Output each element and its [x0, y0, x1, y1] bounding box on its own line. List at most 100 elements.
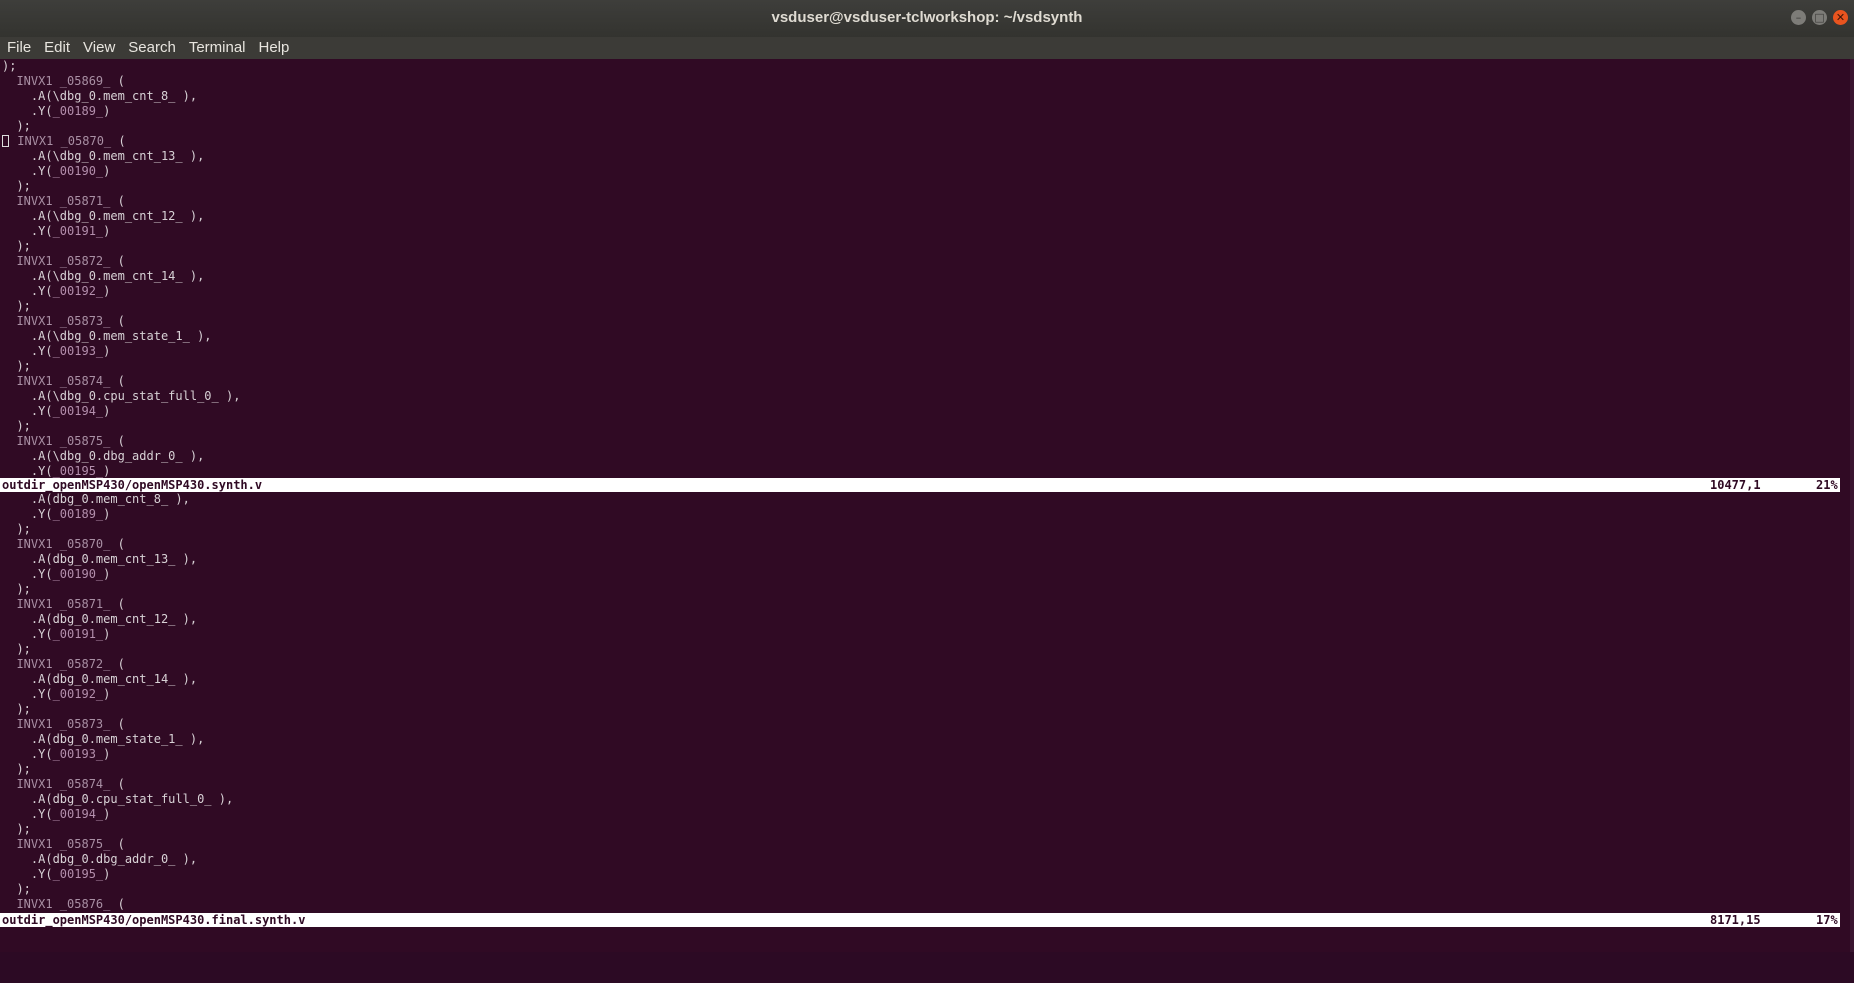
- status-percent: 21%: [1816, 478, 1838, 492]
- code-line: .A(\dbg_0.dbg_addr_0_ ),: [2, 449, 205, 463]
- code-line: );: [2, 119, 31, 133]
- cell-instance: INVX1 _05871_: [16, 597, 111, 611]
- terminal-area[interactable]: ); INVX1 _05869_ ( .A(\dbg_0.mem_cnt_8_ …: [0, 59, 1850, 952]
- code-line: INVX1 _05875_ (: [16, 434, 125, 448]
- cell-instance: INVX1 _05873_: [16, 717, 111, 731]
- title-bar: vsduser@vsduser-tclworkshop: ~/vsdsynth …: [0, 0, 1854, 37]
- code-line: );: [2, 419, 31, 433]
- net-name: _00194_: [52, 807, 104, 821]
- close-icon[interactable]: ✕: [1833, 10, 1848, 25]
- net-name: _00193_: [52, 344, 104, 358]
- code-line: .Y(_00193_): [2, 344, 111, 358]
- status-filename: outdir_openMSP430/openMSP430.synth.v: [2, 478, 263, 492]
- code-line: );: [2, 299, 31, 313]
- text-cursor: [2, 135, 9, 147]
- net-name: _00193_: [52, 747, 104, 761]
- code-line: INVX1 _05875_ (: [16, 837, 125, 851]
- code-line: );: [2, 522, 31, 536]
- net-name: _00194_: [52, 404, 104, 418]
- code-line: .A(dbg_0.mem_cnt_14_ ),: [2, 672, 198, 686]
- cell-instance: INVX1 _05874_: [16, 374, 111, 388]
- code-line: );: [2, 642, 31, 656]
- window-controls: – □ ✕: [1791, 10, 1848, 25]
- net-name: _00191_: [52, 224, 104, 238]
- editor-pane-top[interactable]: ); INVX1 _05869_ ( .A(\dbg_0.mem_cnt_8_ …: [0, 59, 1850, 479]
- menu-terminal[interactable]: Terminal: [182, 37, 252, 59]
- cell-instance: INVX1 _05870_: [16, 537, 111, 551]
- editor-pane-bottom[interactable]: .A(dbg_0.mem_cnt_8_ ), .Y(_00189_) ); IN…: [0, 492, 1850, 912]
- cell-instance: INVX1 _05875_: [16, 434, 111, 448]
- net-name: _00190_: [52, 567, 104, 581]
- code-line: .A(dbg_0.mem_cnt_12_ ),: [2, 612, 198, 626]
- cell-instance: INVX1 _05875_: [16, 837, 111, 851]
- code-line: .Y(_00195_): [2, 867, 111, 881]
- code-line: INVX1 _05876_ (: [16, 897, 125, 911]
- code-line: .Y(_00191_): [2, 627, 111, 641]
- code-line: .Y(_00190_): [2, 164, 111, 178]
- minimize-icon[interactable]: –: [1791, 10, 1806, 25]
- cell-instance: INVX1 _05874_: [16, 777, 111, 791]
- code-line: .Y(_00189_): [2, 104, 111, 118]
- status-percent: 17%: [1816, 913, 1838, 927]
- code-line: INVX1 _05870_ (: [16, 537, 125, 551]
- code-line: INVX1 _05873_ (: [16, 314, 125, 328]
- status-filename: outdir_openMSP430/openMSP430.final.synth…: [2, 913, 306, 927]
- code-line: .A(\dbg_0.mem_cnt_14_ ),: [2, 269, 205, 283]
- menu-bar: File Edit View Search Terminal Help: [0, 37, 1854, 59]
- menu-search[interactable]: Search: [121, 37, 182, 59]
- code-line: .A(dbg_0.cpu_stat_full_0_ ),: [2, 792, 234, 806]
- code-line: );: [2, 239, 31, 253]
- cell-instance: INVX1 _05872_: [16, 657, 111, 671]
- code-line: .Y(_00194_): [2, 404, 111, 418]
- cell-instance: INVX1 _05872_: [16, 254, 111, 268]
- code-line: INVX1 _05869_ (: [16, 74, 125, 88]
- code-line: .Y(_00192_): [2, 284, 111, 298]
- code-line: );: [2, 582, 31, 596]
- code-line: .Y(_00194_): [2, 807, 111, 821]
- code-line: .Y(_00190_): [2, 567, 111, 581]
- code-line: );: [2, 59, 17, 73]
- code-line: INVX1 _05871_ (: [16, 597, 125, 611]
- code-line: INVX1 _05874_ (: [16, 374, 125, 388]
- code-line: );: [2, 179, 31, 193]
- net-name: _00191_: [52, 627, 104, 641]
- menu-edit[interactable]: Edit: [37, 37, 76, 59]
- code-line: .Y(_00193_): [2, 747, 111, 761]
- net-name: _00189_: [52, 104, 104, 118]
- menu-view[interactable]: View: [76, 37, 121, 59]
- code-line: .A(dbg_0.mem_cnt_8_ ),: [2, 492, 190, 506]
- code-line: );: [2, 359, 31, 373]
- code-line: .A(\dbg_0.mem_cnt_13_ ),: [2, 149, 205, 163]
- code-line: .A(dbg_0.mem_state_1_ ),: [2, 732, 205, 746]
- code-line: .A(\dbg_0.mem_cnt_8_ ),: [2, 89, 198, 103]
- code-line: .A(\dbg_0.mem_state_1_ ),: [2, 329, 212, 343]
- code-line: .Y(_00191_): [2, 224, 111, 238]
- code-line: );: [2, 822, 31, 836]
- net-name: _00189_: [52, 507, 104, 521]
- net-name: _00192_: [52, 687, 104, 701]
- code-line: );: [2, 702, 31, 716]
- code-line: );: [2, 882, 31, 896]
- status-position: 8171,15: [1710, 913, 1761, 927]
- status-line-top: outdir_openMSP430/openMSP430.synth.v 104…: [0, 478, 1840, 492]
- scrollbar[interactable]: [1850, 59, 1854, 952]
- menu-file[interactable]: File: [0, 37, 37, 59]
- code-line: INVX1 _05873_ (: [16, 717, 125, 731]
- cell-instance: INVX1 _05871_: [16, 194, 111, 208]
- code-line: );: [2, 762, 31, 776]
- net-name: _00195_: [52, 464, 104, 478]
- maximize-icon[interactable]: □: [1812, 10, 1827, 25]
- status-line-bottom: outdir_openMSP430/openMSP430.final.synth…: [0, 913, 1840, 927]
- menu-help[interactable]: Help: [252, 37, 296, 59]
- code-line: INVX1 _05870_ (: [0, 134, 1850, 149]
- cell-instance: INVX1 _05873_: [16, 314, 111, 328]
- code-line: .A(\dbg_0.mem_cnt_12_ ),: [2, 209, 205, 223]
- net-name: _00190_: [52, 164, 104, 178]
- window-title: vsduser@vsduser-tclworkshop: ~/vsdsynth: [771, 9, 1083, 26]
- code-line: .A(dbg_0.mem_cnt_13_ ),: [2, 552, 198, 566]
- cell-instance: INVX1 _05876_: [16, 897, 111, 911]
- code-line: .A(dbg_0.dbg_addr_0_ ),: [2, 852, 198, 866]
- net-name: _00195_: [52, 867, 104, 881]
- code-line: INVX1 _05872_ (: [16, 657, 125, 671]
- code-line: .Y(_00189_): [2, 507, 111, 521]
